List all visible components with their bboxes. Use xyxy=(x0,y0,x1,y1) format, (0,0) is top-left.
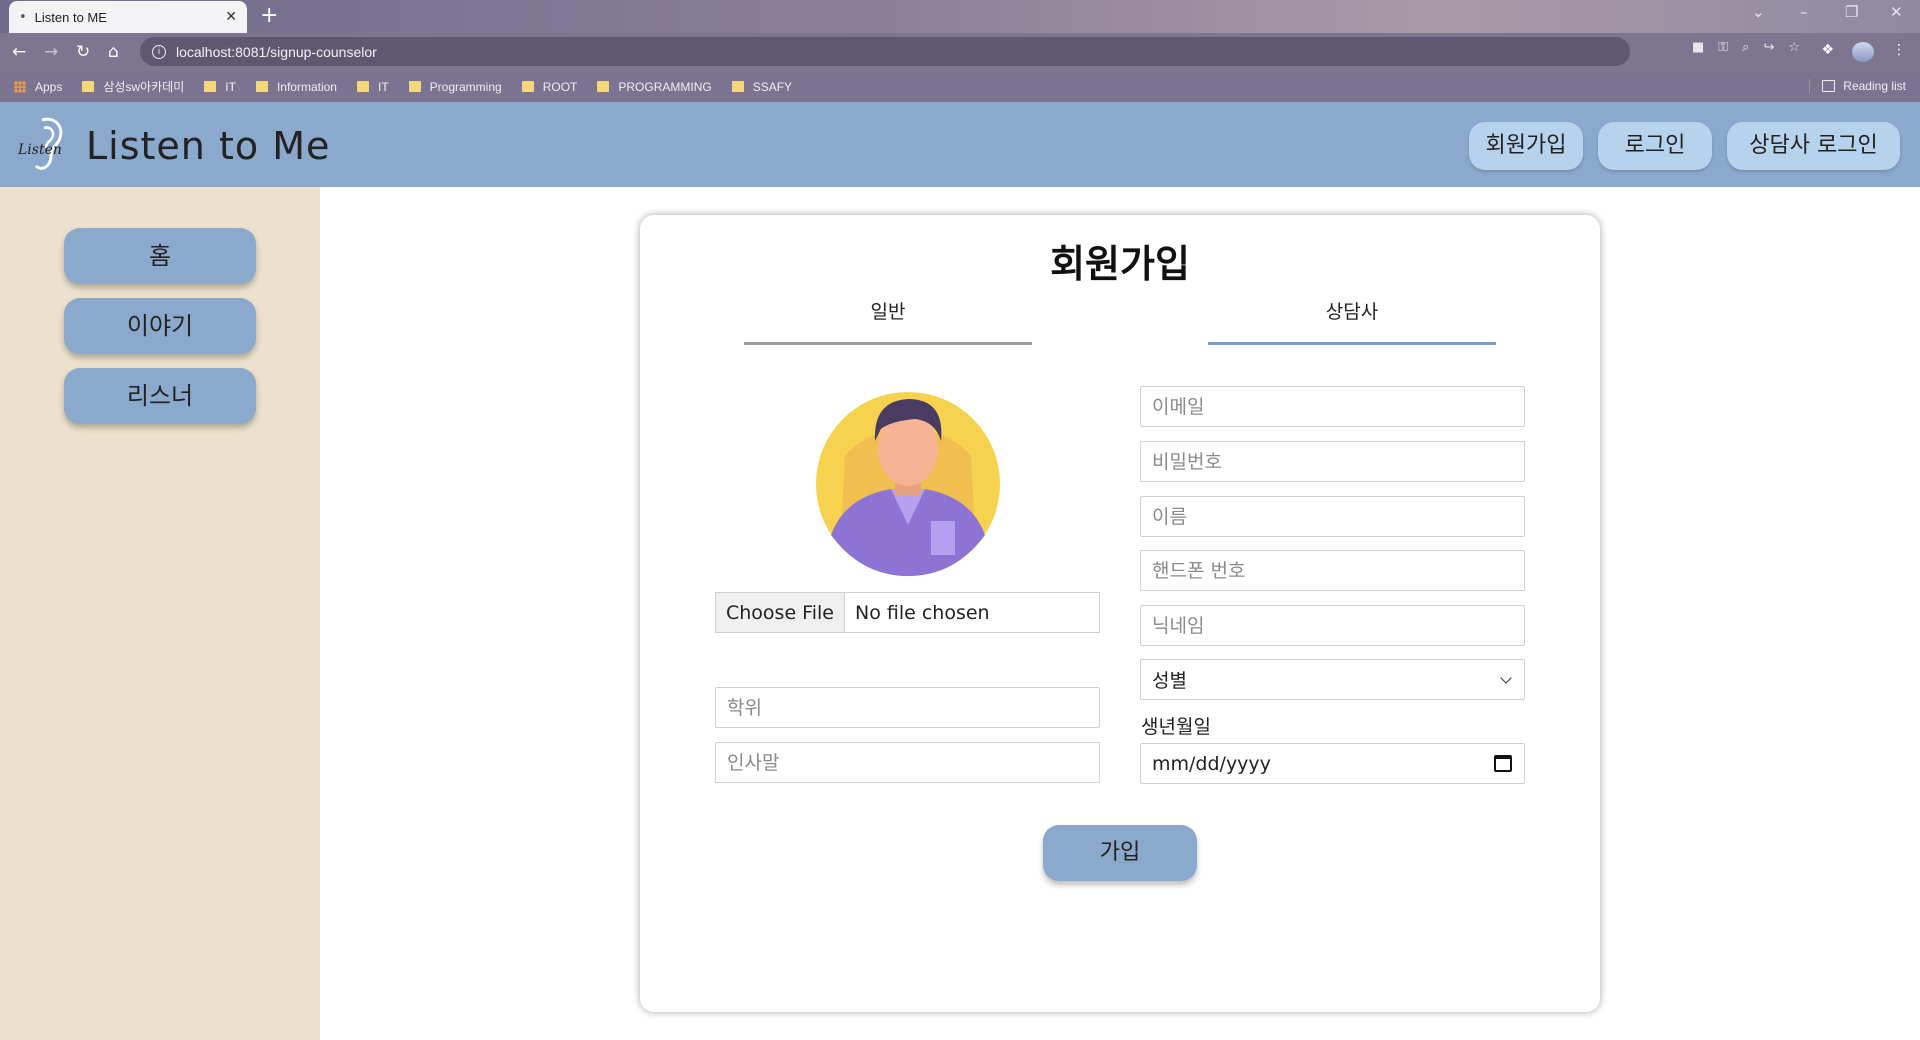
back-icon[interactable]: ← xyxy=(12,42,26,62)
folder-icon xyxy=(521,81,534,92)
counselor-login-button[interactable]: 상담사 로그인 xyxy=(1727,122,1900,170)
birthdate-input[interactable]: mm/dd/yyyy xyxy=(1140,743,1525,784)
file-status-text: No file chosen xyxy=(854,601,990,624)
home-icon[interactable]: ⌂ xyxy=(108,42,119,62)
tab-counselor[interactable]: 상담사 xyxy=(1208,297,1496,324)
folder-icon xyxy=(255,81,268,92)
app-header: Listen Listen to Me 회원가입 로그인 상담사 로그인 xyxy=(0,102,1920,187)
tab-counselor-underline xyxy=(1208,342,1496,345)
folder-icon xyxy=(731,81,744,92)
bookmark-folder[interactable]: IT xyxy=(356,80,389,94)
restore-icon[interactable]: ❐ xyxy=(1845,3,1858,21)
zoom-icon[interactable]: ⌕ xyxy=(1742,40,1749,55)
forward-icon[interactable]: → xyxy=(44,42,58,62)
tab-general[interactable]: 일반 xyxy=(744,297,1032,324)
minimize-icon[interactable]: – xyxy=(1800,3,1808,21)
new-tab-icon[interactable]: + xyxy=(260,4,278,28)
share-icon[interactable]: ↪ xyxy=(1763,40,1774,55)
brand-title[interactable]: Listen to Me xyxy=(86,124,330,168)
bookmark-folder[interactable]: Programming xyxy=(408,80,502,94)
login-button[interactable]: 로그인 xyxy=(1598,122,1712,170)
svg-text:Listen: Listen xyxy=(18,142,62,158)
site-info-icon[interactable]: i xyxy=(152,44,166,59)
bookmark-folder[interactable]: PROGRAMMING xyxy=(597,80,712,94)
sidebar: 홈 이야기 리스너 xyxy=(0,187,320,1040)
folder-icon xyxy=(356,81,369,92)
calendar-icon[interactable] xyxy=(1494,755,1512,772)
birthdate-label: 생년월일 xyxy=(1141,716,1211,738)
browser-tab[interactable]: • Listen to ME ✕ xyxy=(9,1,247,33)
close-tab-icon[interactable]: ✕ xyxy=(225,9,237,25)
name-input[interactable] xyxy=(1140,496,1525,537)
password-input[interactable] xyxy=(1140,441,1525,482)
bookmarks-bar: Apps 삼성sw아카데미 IT Information IT Programm… xyxy=(0,71,1920,102)
chevron-down-icon xyxy=(1500,671,1512,684)
tab-general-underline xyxy=(744,342,1032,345)
tab-search-chevron-icon[interactable]: ⌄ xyxy=(1752,3,1765,21)
ear-logo-icon[interactable]: Listen xyxy=(18,114,76,176)
degree-input[interactable] xyxy=(715,687,1100,728)
gender-select[interactable]: 성별 xyxy=(1140,659,1525,700)
folder-icon xyxy=(408,81,421,92)
submit-signup-button[interactable]: 가입 xyxy=(1043,825,1197,881)
folder-icon xyxy=(204,81,217,92)
extensions-icon[interactable]: ❖ xyxy=(1821,42,1834,62)
signup-button[interactable]: 회원가입 xyxy=(1469,122,1583,170)
address-bar-row: ← → ↻ ⌂ i localhost:8081/signup-counselo… xyxy=(0,33,1920,71)
profile-avatar-icon[interactable] xyxy=(1852,42,1874,62)
profile-avatar-image xyxy=(816,392,1000,576)
star-icon[interactable]: ☆ xyxy=(1788,40,1800,55)
profile-image-file-input[interactable]: Choose File No file chosen xyxy=(715,592,1100,633)
bookmark-folder[interactable]: IT xyxy=(204,80,236,94)
apps-grid-icon xyxy=(14,80,26,93)
bookmark-folder[interactable]: ROOT xyxy=(521,80,577,94)
signup-card: 회원가입 일반 상담사 Choose File No file chosen 성… xyxy=(640,215,1600,1012)
key-icon[interactable]: ⚿ xyxy=(1718,40,1728,55)
folder-icon xyxy=(597,81,610,92)
bookmark-folder[interactable]: Information xyxy=(255,80,337,94)
sidebar-item-home[interactable]: 홈 xyxy=(64,228,256,284)
bookmark-folder[interactable]: 삼성sw아카데미 xyxy=(82,78,184,95)
url-bar[interactable]: i localhost:8081/signup-counselor xyxy=(140,37,1630,66)
browser-tab-strip: • Listen to ME ✕ + ⌄ – ❐ ✕ xyxy=(0,0,1920,33)
nickname-input[interactable] xyxy=(1140,605,1525,646)
reading-list-button[interactable]: Reading list xyxy=(1809,79,1906,93)
page-title: 회원가입 xyxy=(1050,242,1190,286)
choose-file-button[interactable]: Choose File xyxy=(716,593,845,632)
bookmark-folder[interactable]: SSAFY xyxy=(731,80,792,94)
birthdate-value: mm/dd/yyyy xyxy=(1152,752,1271,775)
phone-input[interactable] xyxy=(1140,550,1525,591)
menu-kebab-icon[interactable]: ⋮ xyxy=(1892,42,1906,62)
bookmark-apps[interactable]: Apps xyxy=(14,80,62,94)
close-window-icon[interactable]: ✕ xyxy=(1890,3,1903,21)
url-text: localhost:8081/signup-counselor xyxy=(176,43,377,60)
sidebar-item-stories[interactable]: 이야기 xyxy=(64,298,256,354)
sidebar-item-listeners[interactable]: 리스너 xyxy=(64,368,256,424)
camera-icon[interactable]: ■ xyxy=(1692,40,1704,55)
ear-favicon-icon: • xyxy=(19,9,27,25)
folder-icon xyxy=(82,81,95,92)
email-input[interactable] xyxy=(1140,386,1525,427)
reading-list-icon xyxy=(1822,80,1836,92)
greeting-input[interactable] xyxy=(715,742,1100,783)
browser-tab-title: Listen to ME xyxy=(34,9,107,25)
gender-select-value: 성별 xyxy=(1152,670,1187,692)
reload-icon[interactable]: ↻ xyxy=(76,42,90,62)
